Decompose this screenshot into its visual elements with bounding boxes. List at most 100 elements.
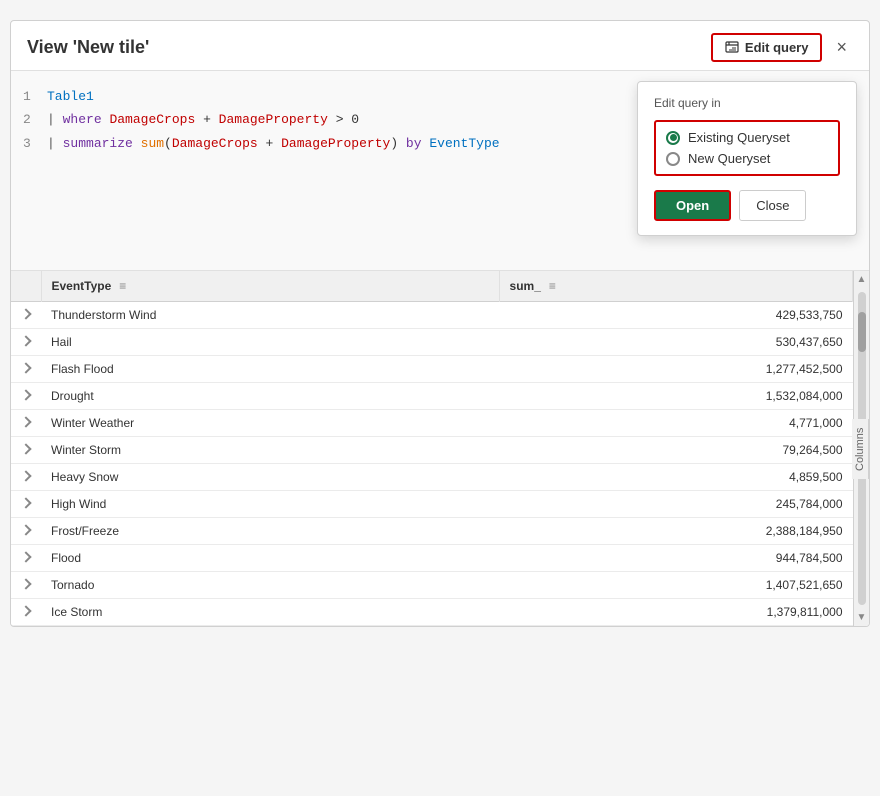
eventtype-menu-icon[interactable]: ≡ bbox=[119, 279, 126, 293]
eventtype-cell: Ice Storm bbox=[41, 599, 499, 626]
table-row: Drought1,532,084,000 bbox=[11, 383, 853, 410]
sum-cell: 1,532,084,000 bbox=[499, 383, 852, 410]
radio-existing-label: Existing Queryset bbox=[688, 130, 790, 145]
eventtype-cell: Drought bbox=[41, 383, 499, 410]
table-row: Hail530,437,650 bbox=[11, 329, 853, 356]
expand-cell[interactable] bbox=[11, 302, 41, 329]
expand-cell[interactable] bbox=[11, 329, 41, 356]
sum-cell: 4,771,000 bbox=[499, 410, 852, 437]
expand-cell[interactable] bbox=[11, 599, 41, 626]
expand-cell[interactable] bbox=[11, 437, 41, 464]
radio-new[interactable]: New Queryset bbox=[666, 151, 828, 166]
expand-icon bbox=[20, 551, 31, 562]
eventtype-cell: Hail bbox=[41, 329, 499, 356]
expand-cell[interactable] bbox=[11, 572, 41, 599]
page-title: View 'New tile' bbox=[27, 37, 149, 58]
table-area: EventType ≡ sum_ ≡ Thunderstorm bbox=[11, 271, 869, 626]
eventtype-cell: Heavy Snow bbox=[41, 464, 499, 491]
expand-icon bbox=[20, 605, 31, 616]
table-row: Ice Storm1,379,811,000 bbox=[11, 599, 853, 626]
line-number: 1 bbox=[23, 85, 47, 108]
eventtype-cell: Winter Weather bbox=[41, 410, 499, 437]
popup-close-button[interactable]: Close bbox=[739, 190, 806, 221]
line-content: | summarize sum(DamageCrops + DamageProp… bbox=[47, 132, 500, 155]
expand-icon bbox=[20, 335, 31, 346]
radio-new-circle bbox=[666, 152, 680, 166]
popup-buttons: Open Close bbox=[654, 190, 840, 221]
sum-cell: 1,277,452,500 bbox=[499, 356, 852, 383]
radio-group: Existing Queryset New Queryset bbox=[654, 120, 840, 176]
expand-cell[interactable] bbox=[11, 464, 41, 491]
eventtype-cell: Flash Flood bbox=[41, 356, 499, 383]
expand-cell[interactable] bbox=[11, 518, 41, 545]
th-eventtype: EventType ≡ bbox=[41, 271, 499, 302]
eventtype-cell: Flood bbox=[41, 545, 499, 572]
expand-icon bbox=[20, 497, 31, 508]
query-area: 1Table12| where DamageCrops + DamageProp… bbox=[11, 71, 869, 271]
eventtype-cell: Tornado bbox=[41, 572, 499, 599]
expand-icon bbox=[20, 470, 31, 481]
close-button[interactable]: × bbox=[830, 35, 853, 60]
table-row: Winter Storm79,264,500 bbox=[11, 437, 853, 464]
expand-cell[interactable] bbox=[11, 356, 41, 383]
eventtype-cell: Thunderstorm Wind bbox=[41, 302, 499, 329]
th-expand bbox=[11, 271, 41, 302]
scroll-down-arrow[interactable]: ▼ bbox=[854, 609, 870, 626]
main-container: View 'New tile' Edit query × 1Table12| w… bbox=[10, 20, 870, 627]
expand-icon bbox=[20, 524, 31, 535]
th-sum: sum_ ≡ bbox=[499, 271, 852, 302]
eventtype-col-label: EventType ≡ bbox=[52, 279, 127, 293]
scrollbar: ▲ Columns ▼ bbox=[853, 271, 869, 626]
table-row: Thunderstorm Wind429,533,750 bbox=[11, 302, 853, 329]
table-row: Winter Weather4,771,000 bbox=[11, 410, 853, 437]
popup-label: Edit query in bbox=[654, 96, 840, 110]
table-row: Flash Flood1,277,452,500 bbox=[11, 356, 853, 383]
edit-query-icon bbox=[725, 41, 739, 55]
line-content: | where DamageCrops + DamageProperty > 0 bbox=[47, 108, 359, 131]
expand-cell[interactable] bbox=[11, 410, 41, 437]
sum-cell: 4,859,500 bbox=[499, 464, 852, 491]
radio-existing-circle bbox=[666, 131, 680, 145]
expand-icon bbox=[20, 578, 31, 589]
sum-cell: 944,784,500 bbox=[499, 545, 852, 572]
columns-label[interactable]: Columns bbox=[852, 419, 869, 479]
line-content: Table1 bbox=[47, 85, 94, 108]
header-actions: Edit query × bbox=[711, 33, 853, 62]
open-button[interactable]: Open bbox=[654, 190, 731, 221]
scrollbar-thumb[interactable] bbox=[858, 312, 866, 352]
eventtype-cell: Frost/Freeze bbox=[41, 518, 499, 545]
table-row: Flood944,784,500 bbox=[11, 545, 853, 572]
table-body: Thunderstorm Wind429,533,750Hail530,437,… bbox=[11, 302, 853, 626]
sum-menu-icon[interactable]: ≡ bbox=[549, 279, 556, 293]
line-number: 3 bbox=[23, 132, 47, 155]
expand-cell[interactable] bbox=[11, 383, 41, 410]
sum-cell: 429,533,750 bbox=[499, 302, 852, 329]
edit-query-button[interactable]: Edit query bbox=[711, 33, 823, 62]
eventtype-cell: High Wind bbox=[41, 491, 499, 518]
expand-cell[interactable] bbox=[11, 545, 41, 572]
expand-icon bbox=[20, 362, 31, 373]
edit-query-popup: Edit query in Existing Queryset New Quer… bbox=[637, 81, 857, 236]
table-row: Tornado1,407,521,650 bbox=[11, 572, 853, 599]
scroll-up-arrow[interactable]: ▲ bbox=[854, 271, 870, 288]
expand-cell[interactable] bbox=[11, 491, 41, 518]
expand-icon bbox=[20, 389, 31, 400]
table-row: Heavy Snow4,859,500 bbox=[11, 464, 853, 491]
table-outer: EventType ≡ sum_ ≡ Thunderstorm bbox=[11, 271, 869, 626]
sum-cell: 2,388,184,950 bbox=[499, 518, 852, 545]
header: View 'New tile' Edit query × bbox=[11, 21, 869, 71]
sum-cell: 1,379,811,000 bbox=[499, 599, 852, 626]
radio-existing[interactable]: Existing Queryset bbox=[666, 130, 828, 145]
expand-icon bbox=[20, 308, 31, 319]
sum-cell: 245,784,000 bbox=[499, 491, 852, 518]
line-number: 2 bbox=[23, 108, 47, 131]
data-table: EventType ≡ sum_ ≡ Thunderstorm bbox=[11, 271, 853, 626]
table-header-row: EventType ≡ sum_ ≡ bbox=[11, 271, 853, 302]
radio-new-label: New Queryset bbox=[688, 151, 770, 166]
sum-cell: 530,437,650 bbox=[499, 329, 852, 356]
expand-icon bbox=[20, 416, 31, 427]
edit-query-label: Edit query bbox=[745, 40, 809, 55]
sum-col-label: sum_ ≡ bbox=[510, 279, 556, 293]
sum-cell: 1,407,521,650 bbox=[499, 572, 852, 599]
sum-cell: 79,264,500 bbox=[499, 437, 852, 464]
